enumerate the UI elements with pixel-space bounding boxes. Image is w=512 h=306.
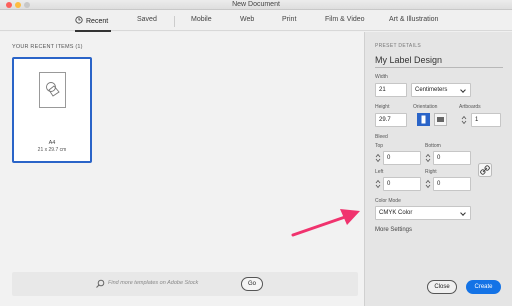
document-shapes-icon <box>39 72 66 108</box>
more-settings-link[interactable]: More Settings <box>375 227 412 233</box>
bleed-top-label: Top <box>375 143 384 149</box>
landscape-orientation-button[interactable] <box>434 113 447 126</box>
bleed-left-input[interactable]: 0 <box>383 177 421 191</box>
tab-film-video[interactable]: Film & Video <box>325 16 365 23</box>
artboards-stepper[interactable] <box>461 114 467 126</box>
recent-item-card[interactable]: A4 21 x 29.7 cm <box>12 57 92 163</box>
artboards-input[interactable]: 1 <box>471 113 501 127</box>
bleed-left-stepper[interactable] <box>375 178 381 190</box>
zoom-window-button[interactable] <box>24 2 30 8</box>
color-mode-label: Color Mode <box>375 198 401 204</box>
bleed-left-label: Left <box>375 169 384 175</box>
color-mode-dropdown[interactable]: CMYK Color <box>375 206 471 220</box>
bleed-bottom-label: Bottom <box>425 143 441 149</box>
height-input[interactable]: 29.7 <box>375 113 407 127</box>
minimize-window-button[interactable] <box>15 2 21 8</box>
search-icon <box>96 279 105 288</box>
portrait-orientation-button[interactable] <box>417 113 430 126</box>
annotation-arrow <box>291 209 360 237</box>
create-button[interactable]: Create <box>466 280 501 294</box>
bleed-top-stepper[interactable] <box>375 152 381 164</box>
recent-items-area: YOUR RECENT ITEMS (1) A4 21 x 29.7 cm Fi… <box>0 32 364 306</box>
orientation-label: Orientation <box>413 104 438 110</box>
bleed-label: Bleed <box>375 134 388 140</box>
bleed-bottom-stepper[interactable] <box>425 152 431 164</box>
width-label: Width <box>375 74 388 80</box>
clock-icon <box>75 16 83 24</box>
bleed-right-input[interactable]: 0 <box>433 177 471 191</box>
bleed-top-input[interactable]: 0 <box>383 151 421 165</box>
width-input[interactable]: 21 <box>375 83 407 97</box>
units-dropdown[interactable]: Centimeters <box>411 83 471 97</box>
bleed-bottom-input[interactable]: 0 <box>433 151 471 165</box>
tab-mobile[interactable]: Mobile <box>191 16 212 23</box>
preset-tabs: Recent Saved Mobile Web Print Film & Vid… <box>0 11 512 32</box>
tab-recent-label: Recent <box>86 18 109 25</box>
tab-saved[interactable]: Saved <box>137 16 157 23</box>
tab-divider <box>174 16 175 27</box>
bleed-right-stepper[interactable] <box>425 178 431 190</box>
preset-details-panel: PRESET DETAILS My Label Design Width 21 … <box>364 32 512 306</box>
stock-search-bar: Find more templates on Adobe Stock Go <box>12 272 358 296</box>
go-button[interactable]: Go <box>241 277 263 291</box>
document-name-field[interactable]: My Label Design <box>375 55 442 65</box>
tab-print[interactable]: Print <box>282 16 296 23</box>
close-window-button[interactable] <box>6 2 12 8</box>
tab-web[interactable]: Web <box>240 16 254 23</box>
link-icon[interactable] <box>478 163 492 177</box>
window-title: New Document <box>232 1 280 8</box>
document-name-underline <box>375 67 503 68</box>
preset-details-heading: PRESET DETAILS <box>375 43 421 49</box>
recent-item-size: 21 x 29.7 cm <box>37 147 67 153</box>
title-bar: New Document <box>0 0 512 10</box>
artboards-label: Artboards <box>459 104 481 110</box>
tab-art-illustration[interactable]: Art & Illustration <box>389 16 438 23</box>
stock-search-input[interactable]: Find more templates on Adobe Stock <box>108 280 198 286</box>
tab-recent[interactable]: Recent <box>75 16 108 25</box>
recent-item-name: A4 <box>48 140 56 146</box>
height-label: Height <box>375 104 390 110</box>
bleed-right-label: Right <box>425 169 437 175</box>
landscape-icon <box>437 117 444 122</box>
recent-items-heading: YOUR RECENT ITEMS (1) <box>12 44 83 50</box>
close-button[interactable]: Close <box>427 280 457 294</box>
portrait-icon <box>421 115 426 124</box>
